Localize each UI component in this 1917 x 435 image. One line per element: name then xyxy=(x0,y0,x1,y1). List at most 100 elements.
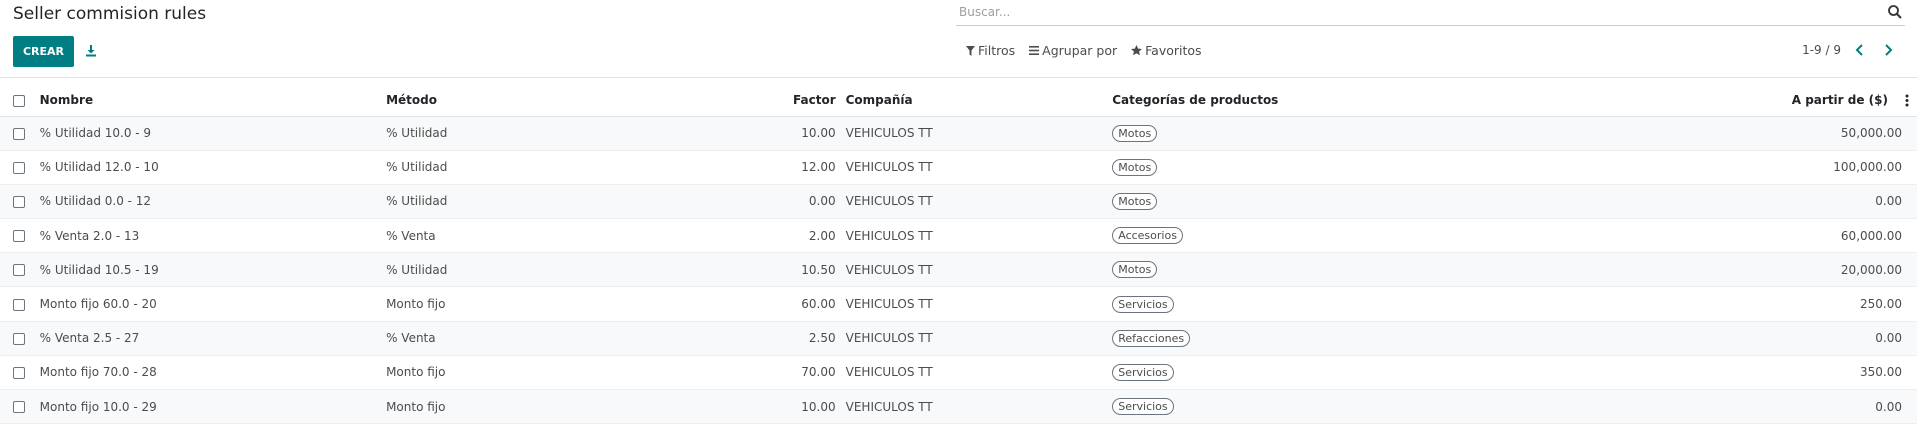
chevron-left-icon[interactable] xyxy=(1851,41,1869,59)
pager-value[interactable]: 1-9 / 9 xyxy=(1802,43,1841,57)
cell-amount: 60,000.00 xyxy=(1791,218,1917,254)
column-header-method[interactable]: Método xyxy=(386,85,583,117)
cell-method: % Venta xyxy=(386,218,583,254)
category-tag: Servicios xyxy=(1112,363,1174,381)
star-icon xyxy=(1131,45,1143,56)
cell-method: % Utilidad xyxy=(386,184,583,220)
row-select-cell xyxy=(0,218,40,254)
search-options: Filtros Agrupar por Favoritos xyxy=(966,43,1202,58)
cell-amount: 20,000.00 xyxy=(1791,252,1917,288)
favorites-button[interactable]: Favoritos xyxy=(1131,43,1202,58)
row-checkbox[interactable] xyxy=(13,264,25,277)
table-row[interactable]: Monto fijo 60.0 - 20 Monto fijo 60.00 VEHIC… xyxy=(0,286,1917,322)
cell-amount: 0.00 xyxy=(1791,321,1917,356)
row-select-cell xyxy=(0,286,40,322)
cell-amount: 0.00 xyxy=(1791,184,1917,220)
cell-categories: Motos xyxy=(1112,252,1792,288)
search-icon[interactable] xyxy=(1887,4,1903,20)
cell-company: VEHICULOS TT xyxy=(835,355,1113,391)
cell-factor: 60.00 xyxy=(582,286,836,322)
category-tag: Accesorios xyxy=(1112,227,1183,245)
cell-factor: 0.00 xyxy=(582,184,836,220)
cell-company: VEHICULOS TT xyxy=(835,218,1113,254)
row-select-cell xyxy=(0,321,40,356)
row-checkbox[interactable] xyxy=(13,401,25,414)
column-header-name[interactable]: Nombre xyxy=(39,85,387,117)
table-row[interactable]: % Utilidad 12.0 - 10% Utilidad 12.00 VEHIC… xyxy=(0,150,1917,185)
cell-name: Monto fijo 60.0 - 20 xyxy=(39,286,387,322)
column-header-amount[interactable]: A partir de ($) xyxy=(1791,85,1917,117)
cell-name: % Utilidad 0.0 - 12 xyxy=(39,184,387,220)
category-tag: Motos xyxy=(1112,124,1158,142)
row-checkbox[interactable] xyxy=(13,127,25,140)
cell-company: VEHICULOS TT xyxy=(835,286,1113,322)
select-all-cell xyxy=(0,85,40,117)
cell-company: VEHICULOS TT xyxy=(835,184,1113,220)
column-header-categories[interactable]: Categorías de productos xyxy=(1112,85,1792,117)
table-row[interactable]: % Venta 2.0 - 13% Venta 2.00 VEHICULOS TT A… xyxy=(0,218,1917,254)
cell-name: % Utilidad 10.0 - 9 xyxy=(39,116,387,151)
list-table: Nombre Método Factor Compañía Categorías… xyxy=(0,85,1917,425)
cell-categories: Motos xyxy=(1112,116,1792,151)
row-checkbox[interactable] xyxy=(13,161,25,174)
row-checkbox[interactable] xyxy=(13,332,25,345)
cell-name: % Utilidad 12.0 - 10 xyxy=(39,150,387,185)
download-icon[interactable] xyxy=(80,40,102,62)
chevron-right-icon[interactable] xyxy=(1879,41,1897,59)
table-row[interactable]: Monto fijo 70.0 - 28 Monto fijo 70.00 VEHIC… xyxy=(0,355,1917,391)
row-checkbox[interactable] xyxy=(13,366,25,379)
column-header-company[interactable]: Compañía xyxy=(835,85,1113,117)
table-row[interactable]: % Venta 2.5 - 27% Venta 2.50 VEHICULOS TT R… xyxy=(0,321,1917,356)
cell-company: VEHICULOS TT xyxy=(835,252,1113,288)
column-header-factor[interactable]: Factor xyxy=(582,85,836,117)
cell-name: % Venta 2.0 - 13 xyxy=(39,218,387,254)
cell-method: % Utilidad xyxy=(386,252,583,288)
create-button[interactable]: CREAR xyxy=(13,36,74,67)
cell-amount: 50,000.00 xyxy=(1791,116,1917,151)
row-checkbox[interactable] xyxy=(13,230,25,243)
cell-factor: 10.50 xyxy=(582,252,836,288)
table-row[interactable]: % Utilidad 10.0 - 9% Utilidad 10.00 VEHICU… xyxy=(0,116,1917,151)
filters-button[interactable]: Filtros xyxy=(966,43,1015,58)
cell-categories: Accesorios xyxy=(1112,218,1792,254)
groupby-button[interactable]: Agrupar por xyxy=(1029,43,1117,58)
control-panel: Seller commision rules CREAR Filtros Agr… xyxy=(0,0,1917,78)
filter-icon xyxy=(966,45,975,56)
category-tag: Motos xyxy=(1112,158,1158,176)
category-tag: Servicios xyxy=(1112,295,1174,313)
column-header-amount-label: A partir de ($) xyxy=(1791,93,1888,108)
cell-name: % Utilidad 10.5 - 19 xyxy=(39,252,387,288)
row-select-cell xyxy=(0,355,40,391)
search-bar xyxy=(956,0,1905,26)
cell-factor: 12.00 xyxy=(582,150,836,185)
cell-method: % Venta xyxy=(386,321,583,356)
cell-categories: Servicios xyxy=(1112,355,1792,391)
category-tag: Servicios xyxy=(1112,398,1174,416)
category-tag: Motos xyxy=(1112,261,1158,279)
search-input[interactable] xyxy=(956,0,1905,24)
favorites-label: Favoritos xyxy=(1145,43,1202,58)
cell-name: Monto fijo 10.0 - 29 xyxy=(39,389,387,425)
cell-amount: 350.00 xyxy=(1791,355,1917,391)
cell-categories: Motos xyxy=(1112,184,1792,220)
cell-factor: 70.00 xyxy=(582,355,836,391)
groupby-label: Agrupar por xyxy=(1042,43,1118,58)
cell-company: VEHICULOS TT xyxy=(835,389,1113,425)
list-icon xyxy=(1029,46,1040,55)
kebab-menu-icon[interactable] xyxy=(1905,94,1909,107)
cell-factor: 10.00 xyxy=(582,116,836,151)
row-checkbox[interactable] xyxy=(13,195,25,208)
row-select-cell xyxy=(0,150,40,185)
row-checkbox[interactable] xyxy=(13,298,25,311)
table-row[interactable]: % Utilidad 10.5 - 19% Utilidad 10.50 VEHIC… xyxy=(0,252,1917,288)
cell-categories: Servicios xyxy=(1112,286,1792,322)
select-all-checkbox[interactable] xyxy=(13,94,25,107)
cell-categories: Refacciones xyxy=(1112,321,1792,356)
table-row[interactable]: % Utilidad 0.0 - 12% Utilidad 0.00 VEHICUL… xyxy=(0,184,1917,220)
cell-amount: 250.00 xyxy=(1791,286,1917,322)
cell-method: % Utilidad xyxy=(386,150,583,185)
row-select-cell xyxy=(0,389,40,425)
table-body: % Utilidad 10.0 - 9% Utilidad 10.00 VEHICU… xyxy=(0,116,1917,425)
cell-company: VEHICULOS TT xyxy=(835,116,1113,151)
table-row[interactable]: Monto fijo 10.0 - 29 Monto fijo 10.00 VEHIC… xyxy=(0,389,1917,425)
